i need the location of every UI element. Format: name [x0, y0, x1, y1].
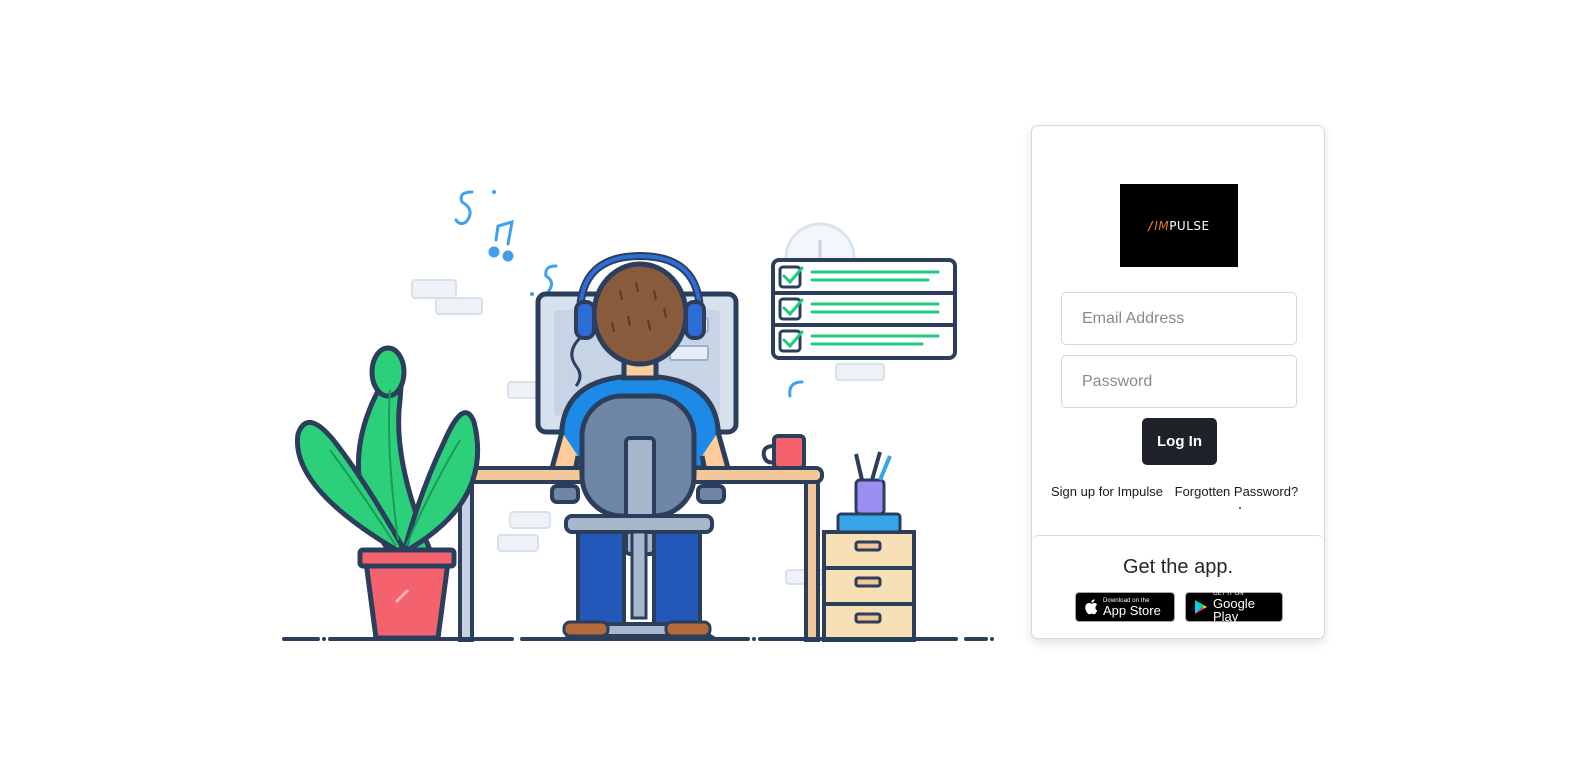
email-input[interactable] [1061, 292, 1297, 345]
login-card: / IMPULSE Log In Sign up for Impulse For… [1031, 125, 1325, 639]
logo-text: IMPULSE [1154, 218, 1210, 233]
app-store-big-text: App Store [1103, 602, 1161, 618]
impulse-logo: / IMPULSE [1120, 184, 1238, 267]
app-store-badge[interactable]: Download on the App Store [1075, 592, 1175, 622]
developer-at-desk-illustration [282, 190, 994, 642]
apple-icon [1084, 599, 1098, 615]
google-play-badge[interactable]: GET IT ON Google Play [1185, 591, 1283, 624]
forgot-password-link[interactable]: Forgotten Password? [1175, 484, 1299, 499]
get-app-heading: Get the app. [1122, 556, 1234, 578]
google-play-big-text: Google Play [1213, 596, 1255, 624]
google-play-icon [1194, 599, 1208, 615]
logo-wordmark: / IMPULSE [1148, 219, 1209, 233]
login-page: / IMPULSE Log In Sign up for Impulse For… [0, 0, 1596, 779]
logo-swoosh-icon: / [1148, 218, 1154, 233]
separator-dot [1239, 507, 1241, 509]
auth-links: Sign up for Impulse Forgotten Password? [1051, 484, 1298, 499]
password-input[interactable] [1061, 355, 1297, 408]
login-button[interactable]: Log In [1142, 418, 1217, 465]
get-app-section: Get the app. Download on the App Store G… [1032, 535, 1324, 639]
signup-link[interactable]: Sign up for Impulse [1051, 484, 1163, 499]
